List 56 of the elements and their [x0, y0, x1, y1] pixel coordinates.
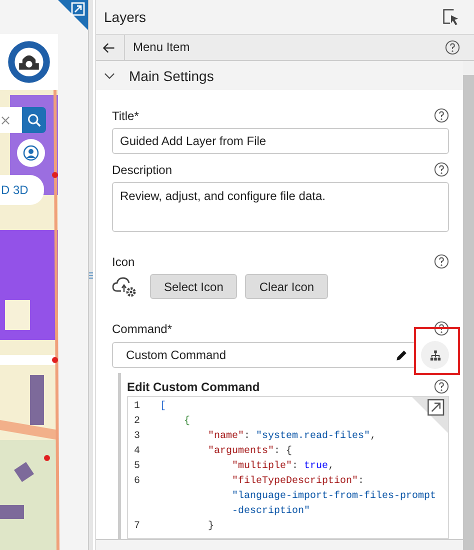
help-icon[interactable] [434, 254, 449, 269]
breadcrumb-title: Menu Item [124, 35, 445, 60]
field-label: Title* [112, 108, 139, 122]
field-label: Command* [112, 322, 172, 336]
command-value: Custom Command [126, 348, 226, 362]
icon-button[interactable]: Select Icon [150, 274, 238, 299]
code-line: "name": "system.read-files", [207, 430, 376, 444]
search-field[interactable] [0, 107, 22, 133]
expand-icon[interactable] [412, 397, 448, 433]
select-pointer-icon[interactable] [442, 8, 460, 26]
code-line: } [207, 520, 214, 534]
command-field[interactable]: Custom Command [112, 342, 416, 368]
description-field[interactable]: Review, adjust, and configure file data. [112, 182, 449, 232]
cloud-gear-icon [112, 274, 138, 298]
code-line: "multiple": true, [231, 460, 334, 474]
field-label: Icon [112, 254, 135, 268]
line-number: 4 [133, 445, 142, 459]
code-line: -description" [231, 504, 310, 519]
line-number: 5 [133, 460, 142, 474]
help-icon[interactable] [434, 379, 449, 394]
code-editor[interactable]: 1 [ 2 { 3 "name": "system.read-files", 4 "arguments": { 5 "multiple": true, 6 "fileTypeDescription": "language-import-from-files-prompt -description" 7 } [127, 396, 449, 539]
line-number: 6 [133, 475, 142, 489]
line-number: 7 [133, 520, 142, 534]
line-number: 3 [133, 430, 142, 444]
code-line: { [183, 414, 190, 429]
expand-button[interactable] [58, 0, 88, 30]
line-number: 1 [133, 400, 142, 414]
code-line: "arguments": { [207, 444, 292, 459]
help-icon[interactable] [434, 162, 449, 177]
section-header[interactable]: Main Settings [96, 61, 463, 90]
grip-icon[interactable] [89, 270, 93, 280]
highlight-box [414, 327, 460, 375]
help-icon[interactable] [434, 321, 449, 336]
help-icon[interactable] [434, 108, 449, 123]
section-title: Main Settings [129, 68, 214, 84]
line-number: 2 [133, 415, 142, 429]
field-label: Description [112, 162, 172, 176]
hierarchy-icon [430, 350, 440, 360]
field-label: Edit Custom Command [127, 380, 260, 394]
pencil-icon[interactable] [395, 348, 408, 362]
seal-icon [7, 40, 51, 84]
panel-title: Layers [104, 9, 146, 25]
person-icon [23, 145, 39, 161]
code-line: "fileTypeDescription": [231, 474, 364, 489]
search-icon [27, 113, 41, 127]
title-field[interactable]: Guided Add Layer from File [112, 128, 449, 154]
code-line: "language-import-from-files-prompt [231, 490, 436, 504]
search-button[interactable] [22, 107, 46, 133]
code-line: [ [160, 400, 166, 414]
scrollbar-thumb[interactable] [463, 75, 474, 550]
hierarchy-button[interactable] [421, 341, 449, 369]
close-icon[interactable] [1, 116, 10, 124]
icon-button[interactable]: Clear Icon [245, 274, 328, 299]
view-toggle[interactable]: D 3D [0, 175, 44, 205]
back-arrow-icon[interactable] [102, 40, 116, 54]
help-icon[interactable] [445, 40, 460, 55]
